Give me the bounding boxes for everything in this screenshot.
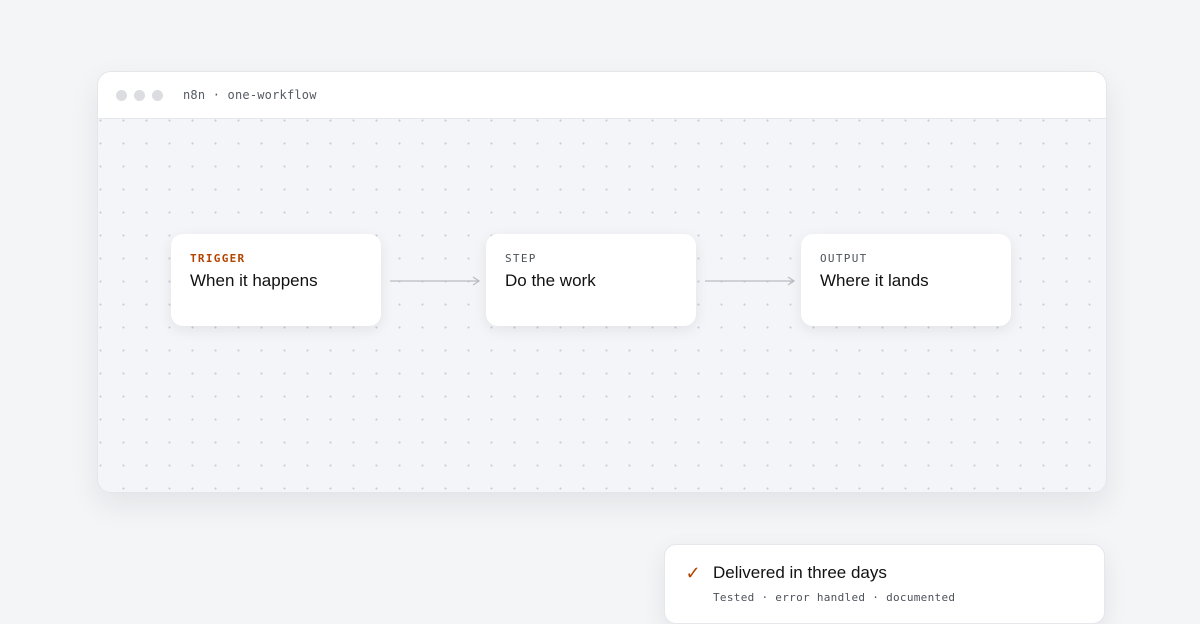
- toast-title: Delivered in three days: [713, 563, 887, 582]
- workflow-window: n8n · one-workflow TRIGGER When it happe…: [97, 71, 1107, 493]
- window-titlebar: n8n · one-workflow: [98, 72, 1106, 119]
- node-title: Where it lands: [820, 271, 929, 290]
- window-dot-icon[interactable]: [134, 89, 145, 101]
- connector-arrow-icon: [705, 276, 796, 286]
- node-kicker: STEP: [505, 252, 537, 265]
- node-step[interactable]: STEP Do the work: [486, 234, 696, 326]
- check-icon: ✓: [685, 563, 701, 583]
- window-dot-icon[interactable]: [152, 89, 163, 101]
- window-dot-icon[interactable]: [116, 89, 127, 101]
- node-title: When it happens: [190, 271, 318, 290]
- node-kicker: TRIGGER: [190, 252, 246, 265]
- window-controls: [116, 89, 163, 101]
- node-kicker: OUTPUT: [820, 252, 868, 265]
- window-title: n8n · one-workflow: [183, 88, 317, 102]
- delivery-toast: ✓ Delivered in three days Tested · error…: [664, 544, 1105, 624]
- node-title: Do the work: [505, 271, 596, 290]
- connector-arrow-icon: [390, 276, 481, 286]
- toast-subtitle: Tested · error handled · documented: [713, 591, 956, 604]
- workflow-canvas[interactable]: TRIGGER When it happens STEP Do the work…: [98, 119, 1106, 491]
- toast-header: ✓ Delivered in three days: [685, 563, 1084, 583]
- node-output[interactable]: OUTPUT Where it lands: [801, 234, 1011, 326]
- node-trigger[interactable]: TRIGGER When it happens: [171, 234, 381, 326]
